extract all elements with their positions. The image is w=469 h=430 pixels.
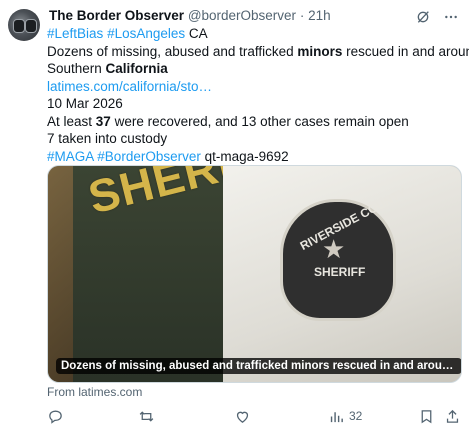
grok-icon[interactable] bbox=[415, 9, 431, 25]
hashtag-link[interactable]: #LeftBias bbox=[47, 26, 103, 41]
article-link[interactable]: latimes.com/california/sto… bbox=[47, 79, 212, 94]
retweet-icon bbox=[139, 410, 154, 422]
retweet-button[interactable] bbox=[138, 407, 159, 425]
hashtag-link[interactable]: #LosAngeles bbox=[107, 26, 185, 41]
link-card-caption[interactable]: Dozens of missing, abused and trafficked… bbox=[56, 358, 461, 374]
tweet-line: Southern California bbox=[47, 60, 459, 78]
link-card-image[interactable]: SHERIFF RIVERSIDE COUNTY ★ SHERIFF Dozen… bbox=[47, 165, 462, 383]
tweet-bold-text: minors bbox=[297, 43, 343, 59]
avatar[interactable] bbox=[8, 9, 40, 41]
views-button[interactable]: 32 bbox=[328, 407, 362, 425]
link-source[interactable]: From latimes.com bbox=[47, 385, 142, 399]
views-icon bbox=[330, 411, 343, 422]
tweet-line: #MAGA #BorderObserver qt-maga-9692 bbox=[47, 148, 459, 166]
bookmark-icon bbox=[421, 409, 432, 423]
like-icon bbox=[236, 411, 249, 423]
views-count: 32 bbox=[349, 409, 363, 423]
author-handle[interactable]: @borderObserver bbox=[188, 8, 296, 23]
tweet-text: #LeftBias #LosAngeles CA Dozens of missi… bbox=[47, 25, 469, 166]
share-button[interactable] bbox=[444, 407, 461, 425]
patch-bottom-text: SHERIFF bbox=[314, 265, 366, 279]
author-name[interactable]: The Border Observer bbox=[49, 8, 184, 23]
bookmark-button[interactable] bbox=[418, 407, 435, 425]
tweet-text-span: At least bbox=[47, 113, 96, 129]
like-button[interactable] bbox=[234, 407, 255, 425]
tweet-text-span: qt-maga-9692 bbox=[200, 148, 289, 164]
reply-button[interactable] bbox=[47, 407, 68, 425]
action-bar: 32 bbox=[47, 407, 459, 425]
tweet-text-span: Southern bbox=[47, 61, 106, 76]
tweet-bold-text: California bbox=[105, 61, 168, 76]
tweet-line: Dozens of missing, abused and trafficked… bbox=[47, 43, 469, 61]
separator: · bbox=[299, 8, 305, 23]
tweet-text-span: CA bbox=[185, 26, 208, 41]
tweet-text-span: were recovered, and 13 other cases remai… bbox=[110, 113, 409, 129]
tweet-date: 10 Mar 2026 bbox=[47, 96, 123, 111]
tweet-line: 7 taken into custody bbox=[47, 131, 168, 146]
binoculars-icon bbox=[13, 19, 25, 33]
tweet-text-span: rescued in and around bbox=[342, 43, 469, 59]
tweet-line: At least 37 were recovered, and 13 other… bbox=[47, 113, 459, 131]
hashtag-link[interactable]: #BorderObserver bbox=[97, 149, 201, 164]
reply-icon bbox=[49, 410, 62, 424]
tweet-line: latimes.com/california/sto… bbox=[47, 78, 459, 96]
tweet-line: #LeftBias #LosAngeles CA bbox=[47, 25, 459, 43]
timestamp[interactable]: 21h bbox=[308, 8, 331, 23]
share-icon bbox=[446, 409, 459, 423]
binoculars-icon bbox=[25, 19, 37, 33]
tweet-text-span: Dozens of missing, abused and trafficked bbox=[47, 43, 298, 59]
star-icon: ★ bbox=[322, 234, 346, 264]
more-icon[interactable] bbox=[443, 9, 459, 25]
tweet-bold-text: 37 bbox=[95, 113, 111, 129]
tweet-header: The Border Observer @borderObserver · 21… bbox=[49, 8, 461, 26]
hashtag-link[interactable]: #MAGA bbox=[47, 149, 94, 164]
